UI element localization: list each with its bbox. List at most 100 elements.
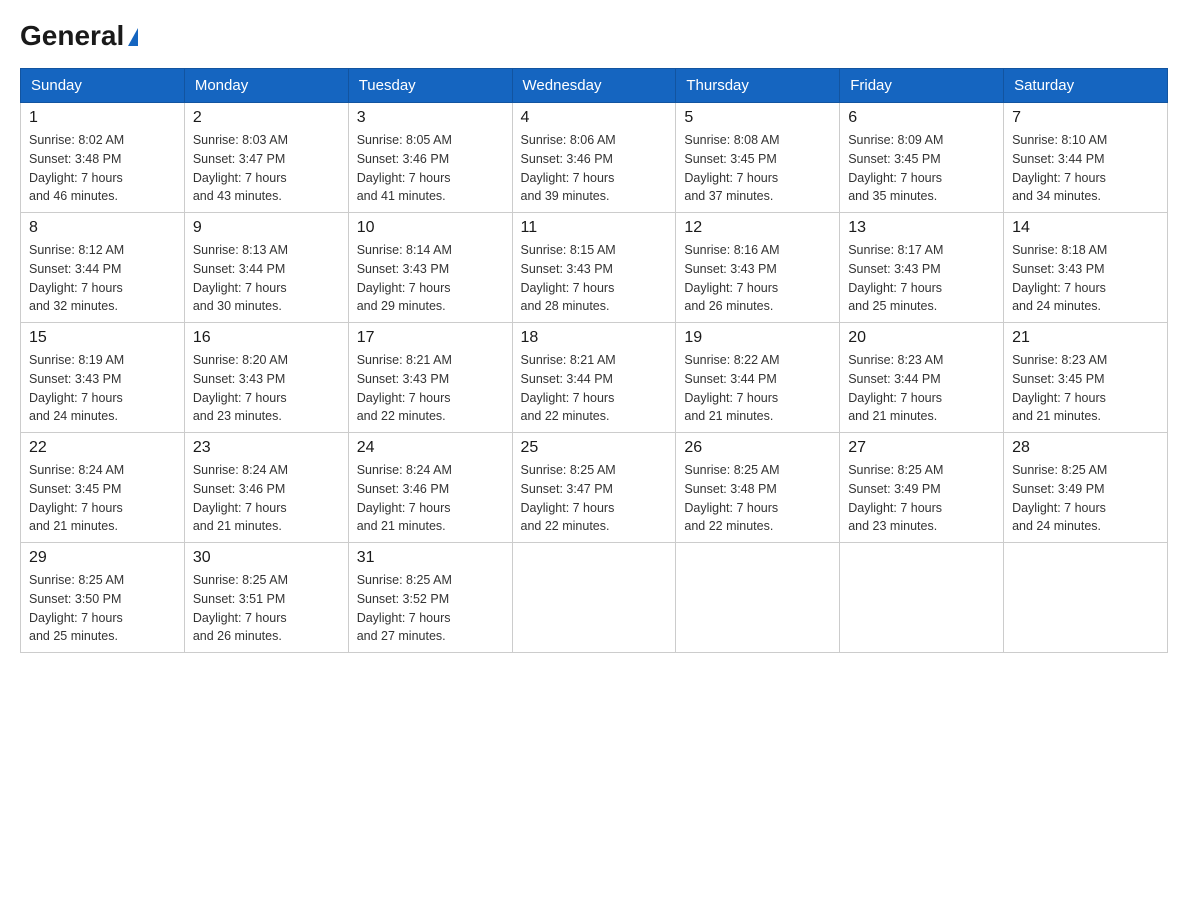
calendar-cell: 29 Sunrise: 8:25 AMSunset: 3:50 PMDaylig… <box>21 543 185 653</box>
calendar-cell: 22 Sunrise: 8:24 AM Sunset: 3:45 PM Daylig… <box>21 433 185 543</box>
sunrise-text: Sunrise: 8:21 AM <box>521 353 616 367</box>
daylight-text: Daylight: 7 hours <box>29 501 123 515</box>
calendar-cell: 30 Sunrise: 8:25 AMSunset: 3:51 PMDaylig… <box>184 543 348 653</box>
calendar-cell: 8 Sunrise: 8:12 AMSunset: 3:44 PMDayligh… <box>21 213 185 323</box>
calendar-cell: 5 Sunrise: 8:08 AMSunset: 3:45 PMDayligh… <box>676 103 840 213</box>
calendar-week-row: 22 Sunrise: 8:24 AM Sunset: 3:45 PM Daylig… <box>21 433 1168 543</box>
calendar-cell: 12 Sunrise: 8:16 AMSunset: 3:43 PMDaylig… <box>676 213 840 323</box>
sunset-text: Sunset: 3:44 PM <box>521 372 613 386</box>
calendar-cell <box>1004 543 1168 653</box>
daylight-text: Daylight: 7 hours <box>193 501 287 515</box>
day-number: 5 <box>684 109 831 127</box>
daylight-minutes-text: and 21 minutes. <box>29 519 118 533</box>
day-info: Sunrise: 8:15 AMSunset: 3:43 PMDaylight:… <box>521 241 668 316</box>
sunrise-text: Sunrise: 8:14 AM <box>357 243 452 257</box>
day-number: 19 <box>684 329 831 347</box>
daylight-text: Daylight: 7 hours <box>684 391 778 405</box>
sunrise-text: Sunrise: 8:02 AM <box>29 133 124 147</box>
sunrise-text: Sunrise: 8:21 AM <box>357 353 452 367</box>
sunset-text: Sunset: 3:51 PM <box>193 592 285 606</box>
sunrise-text: Sunrise: 8:25 AM <box>1012 463 1107 477</box>
calendar-cell: 25 Sunrise: 8:25 AMSunset: 3:47 PMDaylig… <box>512 433 676 543</box>
logo-triangle-icon <box>128 28 138 46</box>
daylight-text: Daylight: 7 hours <box>521 171 615 185</box>
sunset-text: Sunset: 3:43 PM <box>848 262 940 276</box>
day-number: 15 <box>29 329 176 347</box>
page-header: General <box>20 20 1168 48</box>
day-of-week-header: Friday <box>840 69 1004 103</box>
sunrise-text: Sunrise: 8:13 AM <box>193 243 288 257</box>
calendar-cell: 28 Sunrise: 8:25 AMSunset: 3:49 PMDaylig… <box>1004 433 1168 543</box>
day-number: 25 <box>521 439 668 457</box>
day-info: Sunrise: 8:25 AMSunset: 3:51 PMDaylight:… <box>193 571 340 646</box>
sunrise-text: Sunrise: 8:06 AM <box>521 133 616 147</box>
sunrise-text: Sunrise: 8:24 AM <box>193 463 288 477</box>
sunrise-text: Sunrise: 8:24 AM <box>357 463 452 477</box>
day-number: 7 <box>1012 109 1159 127</box>
sunset-text: Sunset: 3:47 PM <box>193 152 285 166</box>
daylight-text: Daylight: 7 hours <box>848 501 942 515</box>
daylight-minutes-text: and 21 minutes. <box>193 519 282 533</box>
daylight-minutes-text: and 26 minutes. <box>684 299 773 313</box>
sunset-text: Sunset: 3:49 PM <box>848 482 940 496</box>
sunrise-text: Sunrise: 8:05 AM <box>357 133 452 147</box>
day-of-week-header: Sunday <box>21 69 185 103</box>
sunrise-text: Sunrise: 8:25 AM <box>29 573 124 587</box>
day-info: Sunrise: 8:24 AMSunset: 3:46 PMDaylight:… <box>193 461 340 536</box>
day-info: Sunrise: 8:24 AM Sunset: 3:45 PM Daylight:… <box>29 461 176 536</box>
daylight-text: Daylight: 7 hours <box>521 501 615 515</box>
calendar-cell: 20 Sunrise: 8:23 AMSunset: 3:44 PMDaylig… <box>840 323 1004 433</box>
day-number: 24 <box>357 439 504 457</box>
sunset-text: Sunset: 3:48 PM <box>29 152 121 166</box>
day-of-week-header: Saturday <box>1004 69 1168 103</box>
day-info: Sunrise: 8:05 AMSunset: 3:46 PMDaylight:… <box>357 131 504 206</box>
day-number: 1 <box>29 109 176 127</box>
sunset-text: Sunset: 3:43 PM <box>29 372 121 386</box>
daylight-minutes-text: and 23 minutes. <box>848 519 937 533</box>
day-info: Sunrise: 8:25 AMSunset: 3:49 PMDaylight:… <box>1012 461 1159 536</box>
daylight-text: Daylight: 7 hours <box>1012 281 1106 295</box>
daylight-text: Daylight: 7 hours <box>193 391 287 405</box>
daylight-minutes-text: and 24 minutes. <box>29 409 118 423</box>
day-info: Sunrise: 8:10 AMSunset: 3:44 PMDaylight:… <box>1012 131 1159 206</box>
sunrise-text: Sunrise: 8:24 AM <box>29 463 124 477</box>
day-info: Sunrise: 8:25 AMSunset: 3:50 PMDaylight:… <box>29 571 176 646</box>
daylight-text: Daylight: 7 hours <box>848 391 942 405</box>
sunrise-text: Sunrise: 8:25 AM <box>193 573 288 587</box>
daylight-minutes-text: and 21 minutes. <box>684 409 773 423</box>
calendar-week-row: 1 Sunrise: 8:02 AM Sunset: 3:48 PM Dayligh… <box>21 103 1168 213</box>
sunset-text: Sunset: 3:43 PM <box>1012 262 1104 276</box>
logo-text: General <box>20 20 138 52</box>
day-number: 4 <box>521 109 668 127</box>
daylight-minutes-text: and 23 minutes. <box>193 409 282 423</box>
sunrise-text: Sunrise: 8:17 AM <box>848 243 943 257</box>
day-info: Sunrise: 8:21 AMSunset: 3:43 PMDaylight:… <box>357 351 504 426</box>
day-info: Sunrise: 8:06 AMSunset: 3:46 PMDaylight:… <box>521 131 668 206</box>
daylight-minutes-text: and 21 minutes. <box>1012 409 1101 423</box>
calendar-cell: 26 Sunrise: 8:25 AMSunset: 3:48 PMDaylig… <box>676 433 840 543</box>
daylight-minutes-text: and 24 minutes. <box>1012 519 1101 533</box>
sunrise-text: Sunrise: 8:23 AM <box>1012 353 1107 367</box>
calendar-cell: 21 Sunrise: 8:23 AMSunset: 3:45 PMDaylig… <box>1004 323 1168 433</box>
day-info: Sunrise: 8:20 AMSunset: 3:43 PMDaylight:… <box>193 351 340 426</box>
day-info: Sunrise: 8:22 AMSunset: 3:44 PMDaylight:… <box>684 351 831 426</box>
day-number: 18 <box>521 329 668 347</box>
sunrise-text: Sunrise: 8:25 AM <box>848 463 943 477</box>
calendar-cell <box>840 543 1004 653</box>
day-number: 16 <box>193 329 340 347</box>
day-info: Sunrise: 8:12 AMSunset: 3:44 PMDaylight:… <box>29 241 176 316</box>
day-info: Sunrise: 8:25 AMSunset: 3:48 PMDaylight:… <box>684 461 831 536</box>
day-info: Sunrise: 8:14 AMSunset: 3:43 PMDaylight:… <box>357 241 504 316</box>
day-info: Sunrise: 8:24 AMSunset: 3:46 PMDaylight:… <box>357 461 504 536</box>
sunset-text: Sunset: 3:50 PM <box>29 592 121 606</box>
sunset-text: Sunset: 3:43 PM <box>684 262 776 276</box>
day-of-week-header: Wednesday <box>512 69 676 103</box>
calendar-cell: 17 Sunrise: 8:21 AMSunset: 3:43 PMDaylig… <box>348 323 512 433</box>
sunset-text: Sunset: 3:49 PM <box>1012 482 1104 496</box>
day-number: 20 <box>848 329 995 347</box>
sunset-text: Sunset: 3:45 PM <box>29 482 121 496</box>
calendar-cell: 19 Sunrise: 8:22 AMSunset: 3:44 PMDaylig… <box>676 323 840 433</box>
daylight-minutes-text: and 37 minutes. <box>684 189 773 203</box>
day-number: 22 <box>29 439 176 457</box>
sunset-text: Sunset: 3:45 PM <box>848 152 940 166</box>
